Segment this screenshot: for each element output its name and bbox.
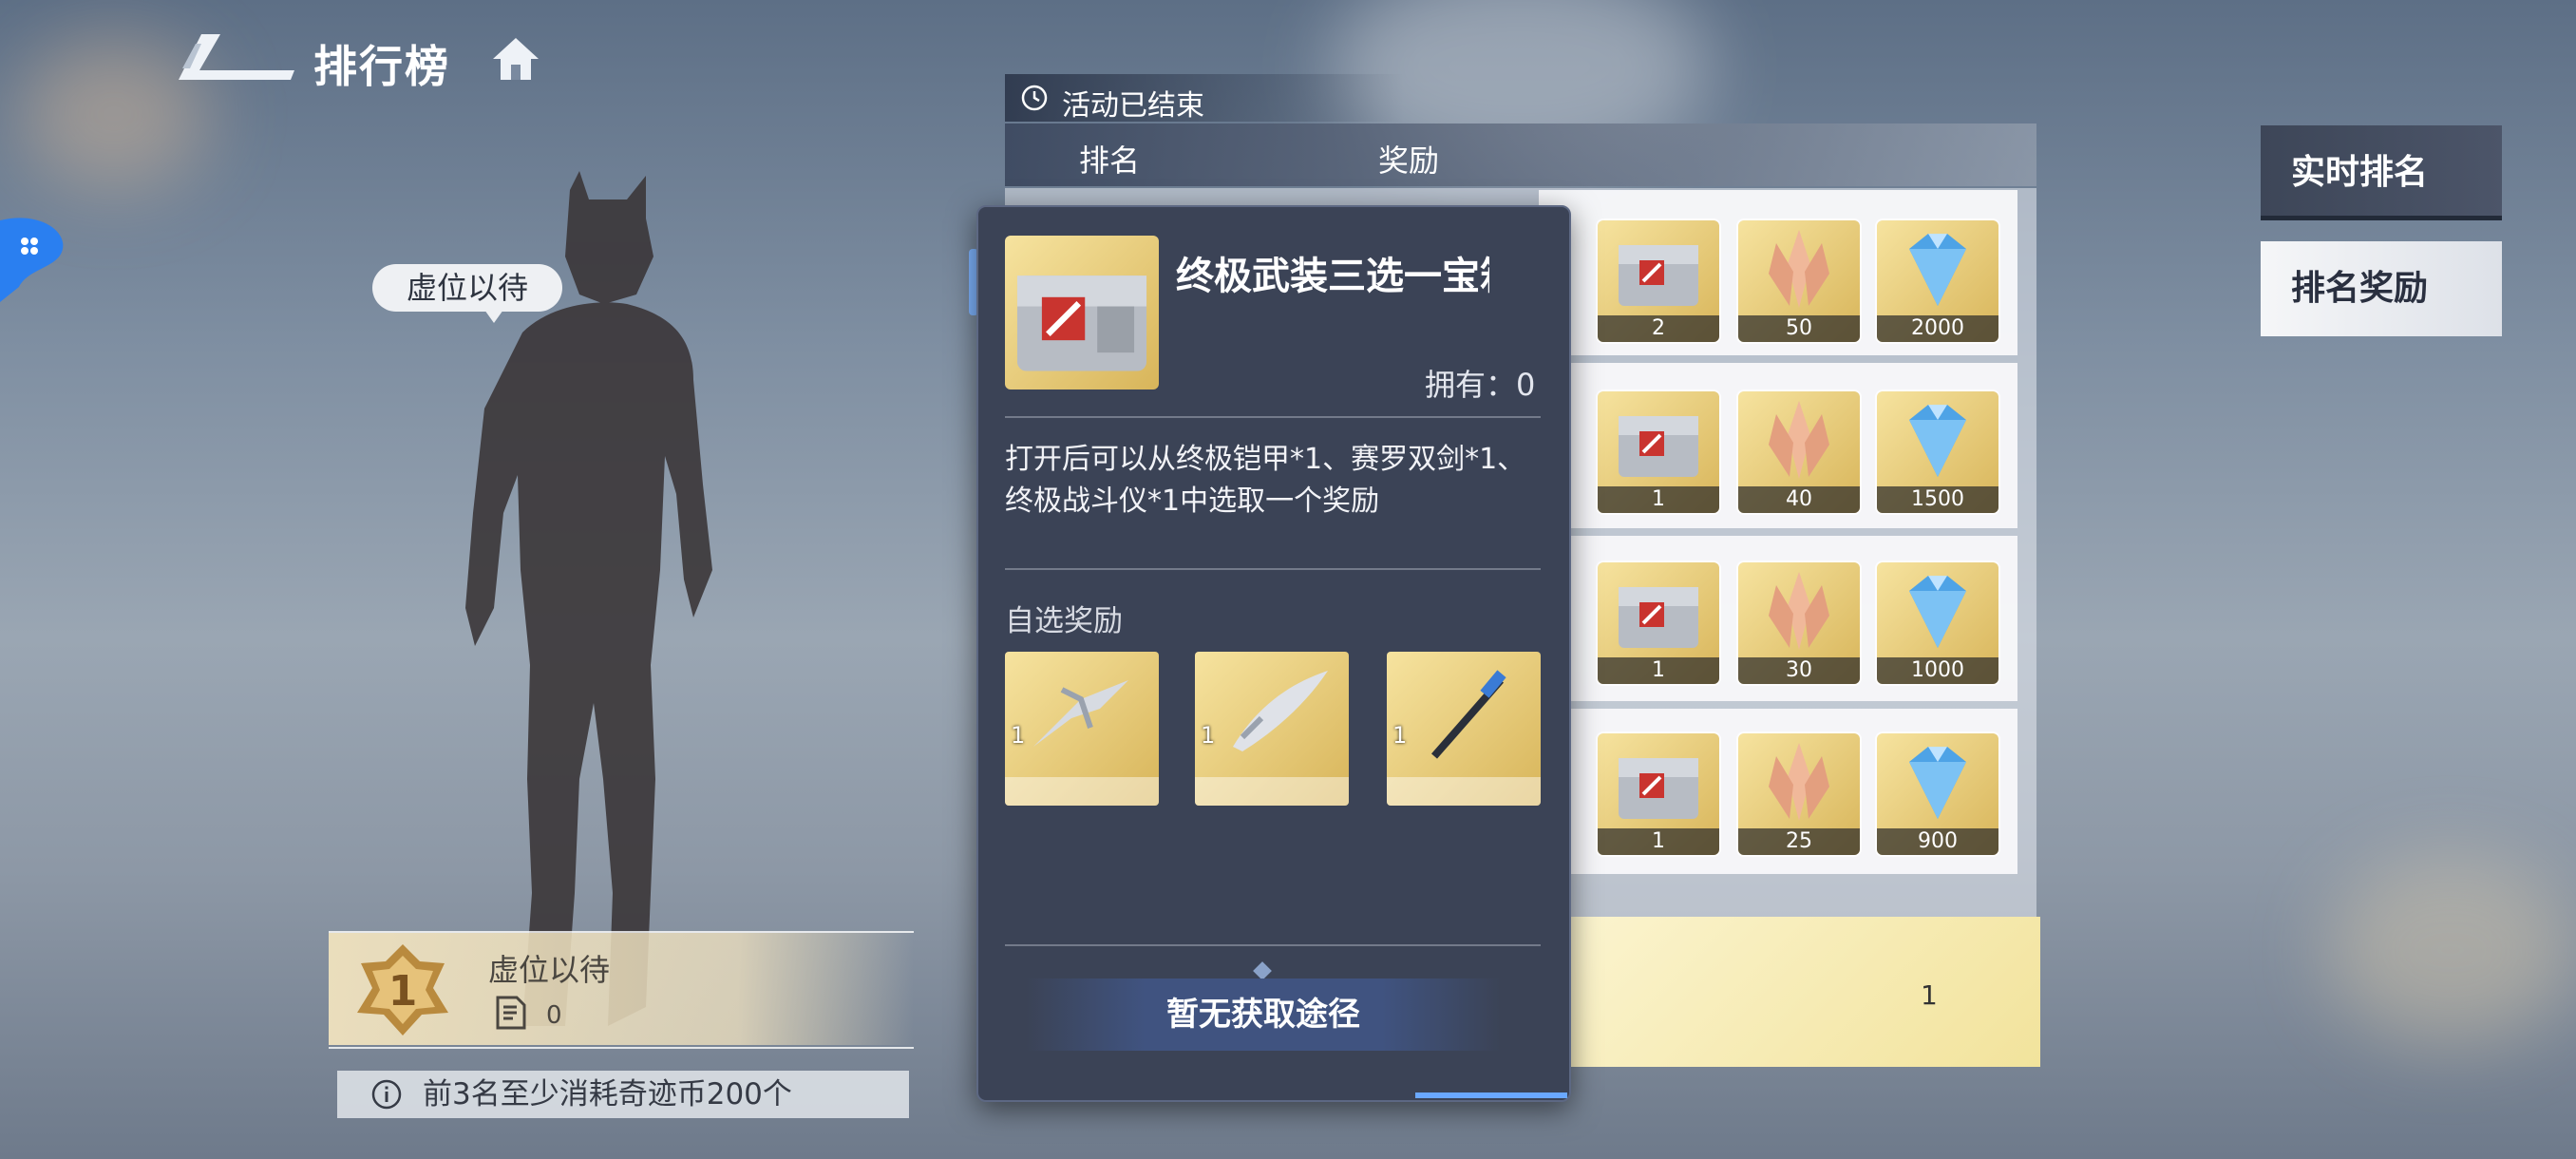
diamond-icon [1909,747,1966,819]
chest-icon [1619,416,1698,477]
my-rank-value: 1 [1921,979,1938,1011]
diamond-item[interactable]: 2000 [1877,220,1998,342]
divider [1005,568,1541,570]
crystal-item[interactable]: 25 [1738,733,1860,855]
diamond-item[interactable]: 1000 [1877,562,1998,684]
diamond-icon [1909,234,1966,306]
clock-icon [1021,85,1048,111]
back-button[interactable] [173,32,296,82]
item-count: 40 [1738,486,1860,513]
home-button[interactable] [489,34,542,84]
item-count: 2000 [1877,315,1998,342]
diamond-item[interactable]: 1500 [1877,391,1998,513]
item-count: 900 [1877,828,1998,855]
option-item-twin-blade[interactable]: 1 [1195,652,1349,806]
crystal-item[interactable]: 30 [1738,562,1860,684]
activity-status-text: 活动已结束 [1062,89,1204,123]
rank-number: 1 [388,967,418,1016]
acquire-button[interactable]: 暂无获取途径 [1026,978,1501,1051]
ranking-table-header: 排名 奖励 [1005,124,2036,186]
option-band [1005,777,1159,806]
tab-live-ranking[interactable]: 实时排名 [2261,125,2502,220]
tooltip-description: 打开后可以从终极铠甲*1、赛罗双剑*1、终极战斗仪*1中选取一个奖励 [1005,443,1526,518]
crystal-icon [1769,572,1829,650]
tooltip-accent [1415,1092,1567,1098]
chest-item[interactable]: 1 [1598,391,1719,513]
notice-text: 前3名至少消耗奇迹币200个 [423,1077,792,1112]
crystal-item[interactable]: 50 [1738,220,1860,342]
info-icon [371,1079,402,1110]
item-count: 1500 [1877,486,1998,513]
chest-item[interactable]: 1 [1598,562,1719,684]
hero-speech-bubble: 虚位以待 [372,264,562,323]
chest-item[interactable]: 1 [1598,733,1719,855]
page-title: 排行榜 [313,41,450,92]
miracle-coin-icon [496,996,526,1030]
option-item-armor[interactable]: 1 [1005,652,1159,806]
tab-ranking-reward[interactable]: 排名奖励 [2261,241,2502,336]
option-band [1387,777,1541,806]
my-rank-row: 1 [1567,917,2040,1067]
side-menu-handle[interactable] [0,211,66,306]
diamond-icon [1909,576,1966,648]
item-count: 30 [1738,657,1860,684]
tooltip-owned: 拥有：0 [1425,367,1536,403]
item-count: 50 [1738,315,1860,342]
side-menu-icon [0,218,64,302]
item-count: 1 [1598,828,1719,855]
back-arrow-icon [179,34,294,80]
diamond-icon [1909,405,1966,477]
chest-icon [1619,245,1698,306]
rank-medal-icon: 1 [357,944,448,1036]
column-reward: 奖励 [1378,142,1440,179]
chest-icon [1619,587,1698,648]
option-item-battle-device[interactable]: 1 [1387,652,1541,806]
activity-status-bar: 活动已结束 [1005,74,1404,123]
twin-blade-icon [1233,671,1328,751]
background-glow [2327,855,2574,1045]
tooltip-title: 终极武装三选一宝箱 [1176,255,1489,298]
battle-device-icon [1430,670,1506,759]
option-count: 1 [1392,722,1408,749]
divider [1005,944,1541,946]
item-count: 1 [1598,486,1719,513]
crystal-icon [1769,401,1829,479]
option-band [1195,777,1349,806]
armor-icon [1033,680,1128,747]
chest-item[interactable]: 2 [1598,220,1719,342]
my-rank-name: 虚位以待 [488,952,611,988]
chest-icon [1016,276,1147,371]
rank-notice: 前3名至少消耗奇迹币200个 [337,1071,909,1118]
diamond-item[interactable]: 900 [1877,733,1998,855]
option-count: 1 [1201,722,1216,749]
tooltip-item-icon [1005,236,1159,390]
divider [329,1047,914,1049]
item-count: 2 [1598,315,1719,342]
option-count: 1 [1011,722,1026,749]
divider [1005,416,1541,418]
chest-icon [1619,758,1698,819]
item-count: 1000 [1877,657,1998,684]
crystal-icon [1769,743,1829,821]
home-icon [493,38,539,80]
my-coin-count: 0 [546,1001,562,1030]
tooltip-subtitle: 自选奖励 [1005,604,1123,638]
crystal-item[interactable]: 40 [1738,391,1860,513]
crystal-icon [1769,230,1829,308]
item-count: 1 [1598,657,1719,684]
item-count: 25 [1738,828,1860,855]
column-rank: 排名 [1079,142,1141,179]
